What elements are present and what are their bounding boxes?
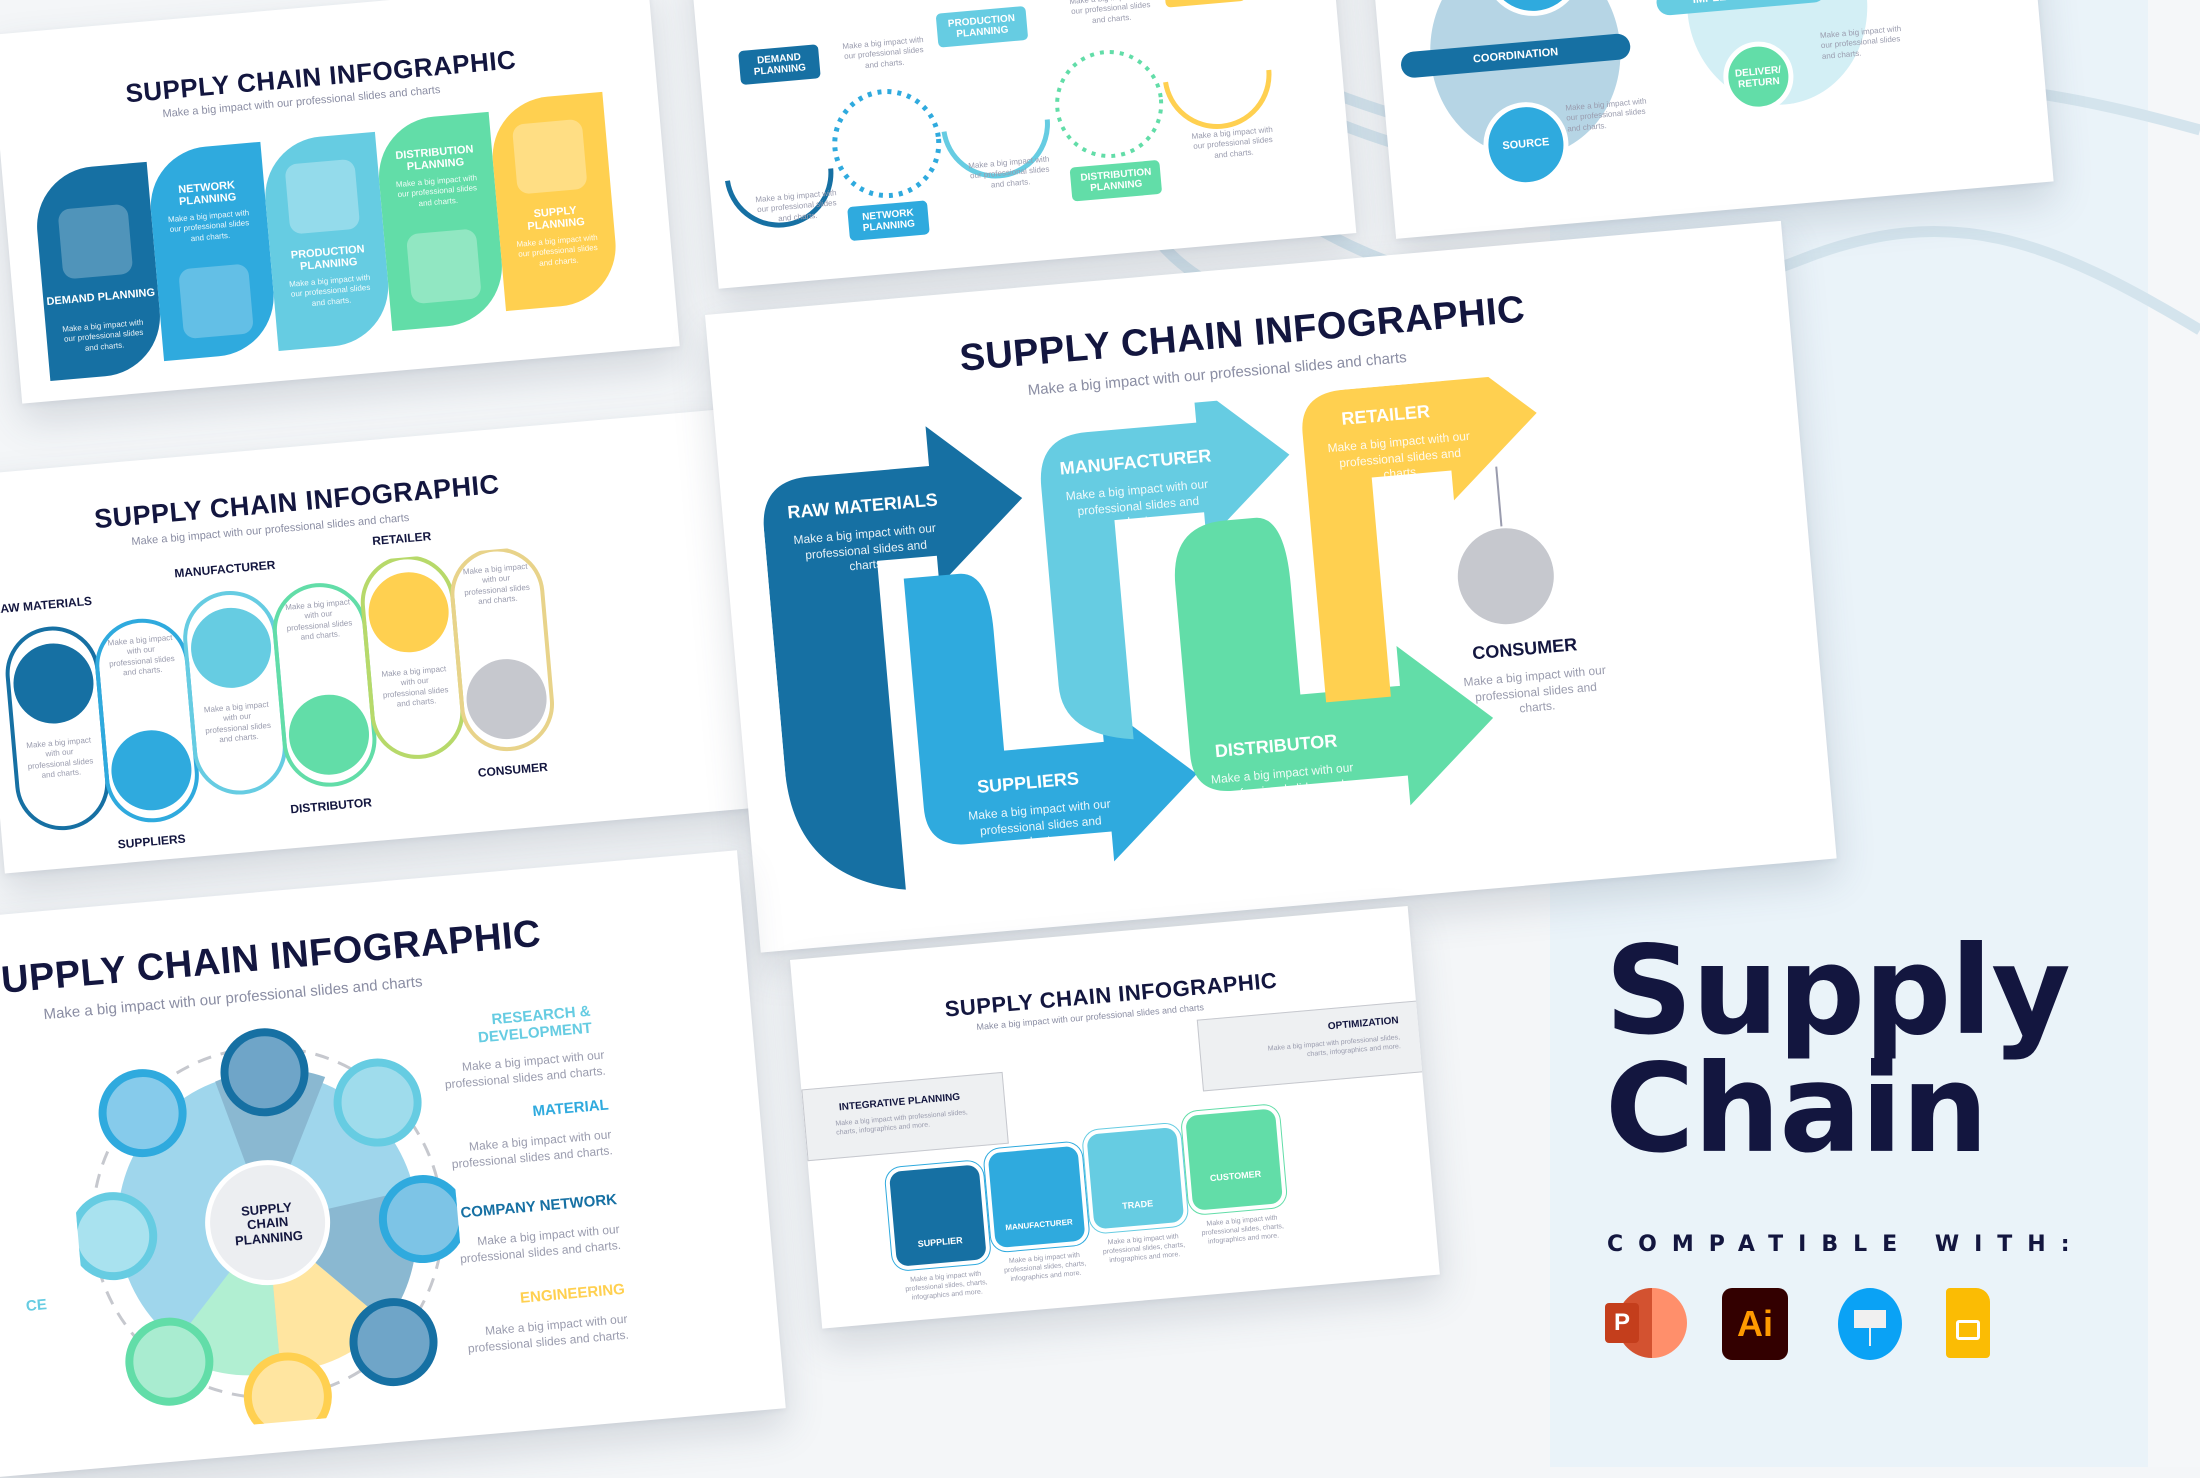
item-desc: Make a big impact with our professional … <box>444 1047 607 1092</box>
network-person-icon <box>125 1317 214 1406</box>
item-desc: Make a big impact with our professional … <box>467 1311 630 1356</box>
item-label-partial: CE <box>25 1296 48 1315</box>
slide-process-cards[interactable]: SUPPLY CHAIN INFOGRAPHIC Make a big impa… <box>790 905 1440 1329</box>
item-label: MATERIAL <box>531 1096 610 1121</box>
deliver-desc: Make a big impact with our professional … <box>1819 24 1902 61</box>
step-label: DEMAND PLANNING <box>46 286 156 309</box>
step-column-production[interactable]: PRODUCTION PLANNING Make a big impact wi… <box>260 131 394 352</box>
box-label: OPTIMIZATION <box>1327 1015 1400 1033</box>
card-trade[interactable]: TRADE <box>1086 1126 1185 1230</box>
step-column-supply[interactable]: SUPPLY PLANNING Make a big impact with o… <box>487 91 621 312</box>
card-desc: Make a big impact with professional slid… <box>1102 1233 1186 1265</box>
pallet-box-icon <box>349 1298 438 1387</box>
card-label: MANUFACTURER <box>1004 1217 1074 1233</box>
card-label: TRADE <box>1121 1198 1154 1211</box>
step-label-supply[interactable]: SUPPLY PLANNING <box>1163 0 1246 8</box>
step-desc: Make a big impact with our professional … <box>284 597 353 642</box>
card-label: SUPPLIER <box>917 1235 963 1249</box>
document-check-icon <box>57 203 134 280</box>
illustrator-icon: Ai <box>1722 1288 1788 1360</box>
illustrator-glyph: Ai <box>1737 1303 1773 1344</box>
compatible-with-label: COMPATIBLE WITH: <box>1607 1232 2085 1257</box>
hand-truck-icon <box>98 1069 187 1158</box>
forklift-icon <box>511 118 588 195</box>
production-line-icon <box>284 158 361 235</box>
item-label: ENGINEERING <box>519 1280 626 1307</box>
box-desc: Make a big impact with professional slid… <box>1267 1034 1402 1059</box>
hero-title: Supply Chain <box>1605 920 2071 1180</box>
robot-arm-icon <box>243 1352 332 1439</box>
document-hand-icon <box>220 1028 309 1117</box>
item-desc: Make a big impact with our professional … <box>451 1127 614 1171</box>
item-label: COMPANY NETWORK <box>459 1191 618 1222</box>
step-label: NETWORK PLANNING <box>177 179 237 209</box>
powerpoint-glyph: P <box>1605 1303 1639 1343</box>
step-label-demand[interactable]: DEMAND PLANNING <box>738 44 821 86</box>
step-label: SUPPLY PLANNING <box>527 204 586 233</box>
integrative-planning-box[interactable]: INTEGRATIVE PLANNING Make a big impact w… <box>801 1071 1009 1162</box>
raw-materials-icon <box>13 643 94 724</box>
step-desc: Make a big impact with our professional … <box>107 632 176 678</box>
suppliers-icon <box>111 730 192 811</box>
step-desc: Make a big impact with our professional … <box>395 173 478 209</box>
network-person-icon <box>178 263 254 340</box>
keynote-icon <box>1838 1288 1902 1360</box>
card-supplier[interactable]: SUPPLIER <box>888 1164 987 1267</box>
slide-arrow-flow[interactable]: SUPPLY CHAIN INFOGRAPHIC Make a big impa… <box>705 220 1837 953</box>
retailer-icon <box>368 572 449 653</box>
manufacturer-icon <box>191 607 272 688</box>
step-column-network[interactable]: NETWORK PLANNING Make a big impact with … <box>145 141 279 362</box>
card-customer[interactable]: CUSTOMER <box>1185 1108 1284 1211</box>
optimization-box[interactable]: OPTIMIZATION Make a big impact with prof… <box>1196 1000 1425 1092</box>
consumer-icon <box>1457 528 1554 625</box>
cargo-ship-icon <box>405 228 482 305</box>
card-desc: Make a big impact with professional slid… <box>1201 1214 1285 1246</box>
hero-title-line2: Chain <box>1605 1038 1988 1180</box>
slide-planning-wheel[interactable]: SUPPLY CHAIN INFOGRAPHIC Make a big impa… <box>0 850 786 1478</box>
distributor-icon <box>289 694 370 775</box>
item-desc: Make a big impact with our professional … <box>459 1221 622 1266</box>
step-desc: Make a big impact with our professional … <box>516 232 599 268</box>
delivery-truck-icon <box>333 1058 422 1147</box>
item-label: RESEARCH & DEVELOPMENT <box>477 1002 593 1047</box>
powerpoint-icon: P <box>1605 1288 1687 1360</box>
step-desc: Make a big impact with our professional … <box>203 699 272 745</box>
slide-planning-columns[interactable]: SUPPLY CHAIN INFOGRAPHIC Make a big impa… <box>0 0 680 404</box>
step-label-network[interactable]: NETWORK PLANNING <box>847 200 930 242</box>
step-desc: Make a big impact with our professional … <box>381 664 449 709</box>
step-label: DISTRIBUTION PLANNING <box>394 143 474 174</box>
step-desc: Make a big impact with our professional … <box>167 208 250 244</box>
step-columns: DEMAND PLANNING Make a big impact with o… <box>31 91 647 382</box>
source-desc: Make a big impact with our professional … <box>1565 96 1647 134</box>
step-label: PRODUCTION PLANNING <box>290 243 366 273</box>
step-desc: Make a big impact with our professional … <box>61 317 144 353</box>
step-label: RETAILER <box>371 529 432 549</box>
card-manufacturer[interactable]: MANUFACTURER <box>987 1145 1086 1249</box>
hero-title-line1: Supply <box>1605 920 2071 1062</box>
card-desc: Make a big impact with professional slid… <box>905 1270 988 1302</box>
google-slides-icon <box>1946 1288 1990 1358</box>
monitor-location-icon <box>69 1192 158 1281</box>
step-desc: Make a big impact with our professional … <box>25 735 94 781</box>
slide-chain-loops[interactable]: SUPPLY CHAIN INFOGRAPHIC Make a big impa… <box>0 408 762 874</box>
step-column-distribution[interactable]: DISTRIBUTION PLANNING Make a big impact … <box>374 111 507 332</box>
step-column-demand[interactable]: DEMAND PLANNING Make a big impact with o… <box>32 161 165 382</box>
step-desc: Make a big impact with our professional … <box>288 272 371 308</box>
wheel-center-label: SUPPLY CHAIN PLANNING <box>234 1199 304 1249</box>
card-desc: Make a big impact with professional slid… <box>1003 1251 1087 1284</box>
step-desc: Make a big impact with our professional … <box>462 561 531 607</box>
consumer-icon <box>466 659 547 740</box>
card-label: CUSTOMER <box>1209 1168 1262 1184</box>
